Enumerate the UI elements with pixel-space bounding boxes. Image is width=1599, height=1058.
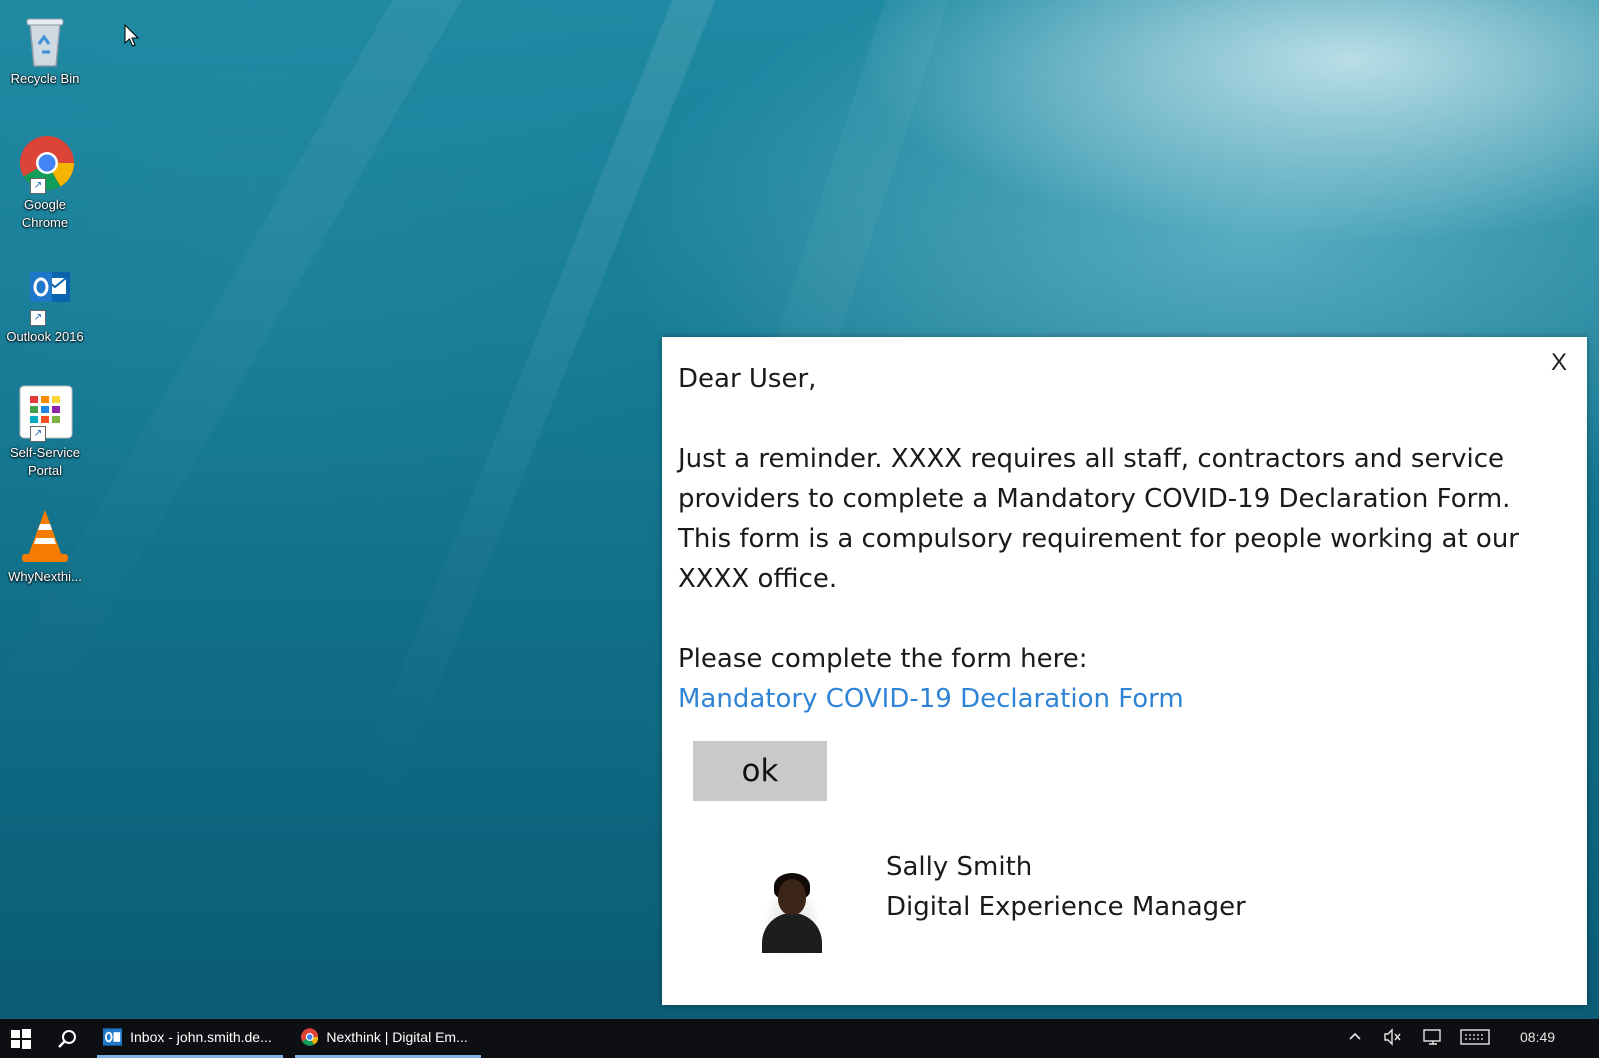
shortcut-arrow-icon: ↗: [30, 310, 46, 326]
ok-button[interactable]: ok: [693, 741, 827, 801]
message-text: Just a reminder. XXXX requires all staff…: [678, 444, 1520, 594]
desktop-icon-label: WhyNexthi...: [8, 569, 82, 584]
notification-popup: X Dear User, Just a reminder. XXXX requi…: [662, 337, 1587, 1005]
desktop-icon-recycle-bin[interactable]: Recycle Bin: [0, 10, 90, 88]
mouse-cursor-icon: [124, 23, 140, 52]
chrome-icon: ↗: [16, 136, 75, 194]
volume-muted-icon[interactable]: [1382, 1028, 1404, 1048]
chevron-up-icon[interactable]: [1344, 1028, 1366, 1048]
chrome-icon: [301, 1028, 319, 1046]
keyboard-icon[interactable]: [1460, 1028, 1490, 1048]
network-icon[interactable]: [1422, 1028, 1444, 1048]
clock[interactable]: 08:49: [1520, 1029, 1555, 1045]
sender-name: Sally Smith: [886, 852, 1033, 882]
search-icon: [58, 1029, 76, 1048]
taskbar: Inbox - john.smith.de... Nexthink | Digi…: [0, 1019, 1599, 1058]
shortcut-arrow-icon: ↗: [30, 426, 46, 442]
taskbar-app-outlook[interactable]: Inbox - john.smith.de...: [97, 1019, 283, 1058]
popup-body: Dear User, Just a reminder. XXXX require…: [678, 359, 1557, 719]
taskbar-app-chrome[interactable]: Nexthink | Digital Em...: [295, 1019, 481, 1058]
outlook-icon: [103, 1028, 123, 1046]
recycle-bin-icon: [16, 10, 74, 68]
declaration-form-link[interactable]: Mandatory COVID-19 Declaration Form: [678, 684, 1184, 714]
avatar: [722, 867, 830, 957]
prompt-text: Please complete the form here:: [678, 644, 1088, 674]
desktop-icon-label: Self-Service Portal: [9, 445, 81, 478]
desktop-icon-self-service-portal[interactable]: ↗ Self-Service Portal: [0, 384, 90, 480]
outlook-icon: ↗: [16, 268, 74, 326]
sender-title: Digital Experience Manager: [886, 892, 1246, 922]
start-button[interactable]: [10, 1019, 40, 1058]
search-button[interactable]: [56, 1019, 86, 1058]
desktop-icon-vlc[interactable]: WhyNexthi...: [0, 508, 90, 586]
taskbar-app-label: Nexthink | Digital Em...: [326, 1029, 468, 1045]
shortcut-arrow-icon: ↗: [30, 178, 46, 194]
greeting-text: Dear User,: [678, 364, 817, 394]
portal-icon: ↗: [16, 384, 74, 442]
desktop-icon-label: Google Chrome: [21, 197, 69, 230]
desktop-icon-label: Outlook 2016: [6, 329, 84, 344]
desktop-icon-label: Recycle Bin: [10, 71, 80, 86]
desktop-icon-outlook[interactable]: ↗ Outlook 2016: [0, 268, 90, 346]
windows-logo-icon: [11, 1028, 31, 1049]
desktop-icon-chrome[interactable]: ↗ Google Chrome: [0, 136, 90, 232]
vlc-cone-icon: [16, 508, 74, 566]
taskbar-app-label: Inbox - john.smith.de...: [130, 1029, 272, 1045]
light-ray: [0, 0, 476, 755]
